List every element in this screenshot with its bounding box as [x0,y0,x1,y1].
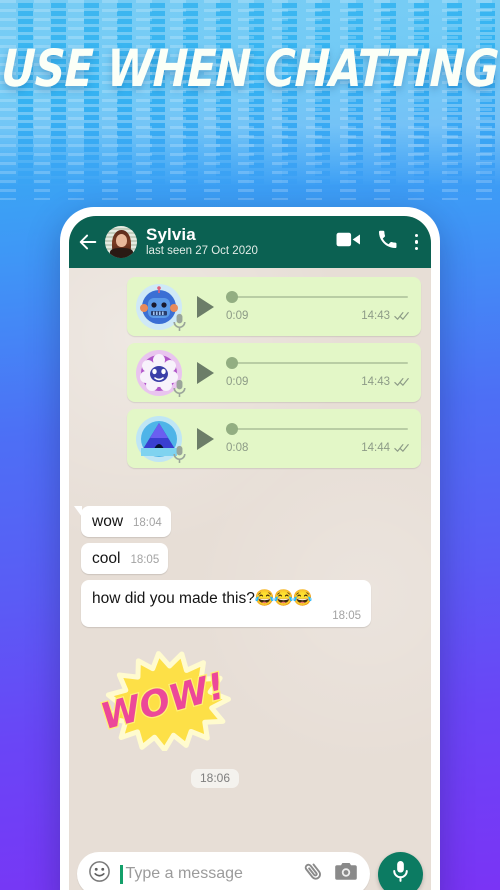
wow-sticker-message[interactable]: WOW! 18:06 [91,651,241,788]
voice-seek-bar[interactable]: 0:09 14:43 [226,353,412,393]
play-button[interactable] [197,361,214,384]
message-timestamp: 18:05 [332,610,361,622]
voice-duration: 0:09 [226,375,249,388]
joy-emoji-icon: 😂😂😂 [254,590,313,607]
seek-knob[interactable] [226,422,238,435]
page-title: USE WHEN CHATTING [0,38,500,99]
list-item: cool 18:05 [69,543,431,574]
camera-icon[interactable] [334,861,358,887]
robot-sticker[interactable] [135,283,186,331]
voice-mic-icon [172,313,187,332]
avatar[interactable] [105,226,137,258]
voice-mic-icon [172,445,187,464]
message-text: wow [92,513,124,530]
message-list[interactable]: 0:09 14:43 0:09 14:43 0:08 14:44 wow 18:… [69,268,431,847]
seek-knob[interactable] [226,290,238,303]
play-button[interactable] [197,295,214,318]
back-arrow-icon[interactable] [77,231,99,253]
phone-call-icon[interactable] [377,229,398,255]
voice-record-button[interactable] [378,851,423,890]
message-timestamp: 18:04 [133,517,162,529]
sheep-sticker[interactable] [135,349,186,397]
message-text: how did you made this? [92,590,255,607]
paperclip-icon[interactable] [302,860,325,888]
microphone-icon [392,860,409,888]
wow-burst-icon: WOW! [95,651,231,751]
message-timestamp: 18:06 [191,769,240,788]
text-cursor [120,864,123,884]
message-timestamp: 14:44 [361,441,390,454]
overflow-menu-icon[interactable] [414,233,418,251]
message-timestamp: 14:43 [361,309,390,322]
message-timestamp: 18:05 [130,554,160,566]
voice-seek-bar[interactable]: 0:08 14:44 [226,419,412,459]
text-message-bubble[interactable]: how did you made this?😂😂😂 18:05 [81,580,371,627]
phone-screen: Sylvia last seen 27 Oct 2020 0:09 14:43 … [69,216,431,890]
video-call-icon[interactable] [336,230,361,254]
message-composer: Type a message [69,847,431,890]
text-message-bubble[interactable]: wow 18:04 [74,506,171,537]
background-dash-pattern [0,0,500,200]
read-receipt-icon [394,443,410,453]
voice-duration: 0:08 [226,441,249,454]
voice-seek-bar[interactable]: 0:09 14:43 [226,287,412,327]
text-message-bubble[interactable]: cool 18:05 [81,543,169,574]
play-button[interactable] [197,427,214,450]
emoji-smiley-icon[interactable] [88,860,111,888]
search-input-wrapper[interactable]: Type a message [120,864,293,884]
list-item: wow 18:04 [69,506,431,537]
contact-info[interactable]: Sylvia last seen 27 Oct 2020 [146,225,320,258]
message-text: cool [92,550,121,567]
mountain-sticker[interactable] [135,415,186,463]
read-receipt-icon [394,311,410,321]
contact-status: last seen 27 Oct 2020 [146,245,258,258]
read-receipt-icon [394,377,410,387]
message-input-pill[interactable]: Type a message [77,852,370,890]
voice-message-bubble[interactable]: 0:09 14:43 [127,343,421,402]
list-item: how did you made this?😂😂😂 18:05 [69,580,431,627]
message-input-placeholder: Type a message [125,865,243,882]
chat-app-bar: Sylvia last seen 27 Oct 2020 [69,216,431,268]
message-timestamp: 14:43 [361,375,390,388]
voice-duration: 0:09 [226,309,249,322]
voice-message-bubble[interactable]: 0:08 14:44 [127,409,421,468]
voice-message-bubble[interactable]: 0:09 14:43 [127,277,421,336]
seek-knob[interactable] [226,356,238,369]
phone-mockup: Sylvia last seen 27 Oct 2020 0:09 14:43 … [60,207,440,890]
voice-mic-icon [172,379,187,398]
contact-name: Sylvia [146,225,196,245]
